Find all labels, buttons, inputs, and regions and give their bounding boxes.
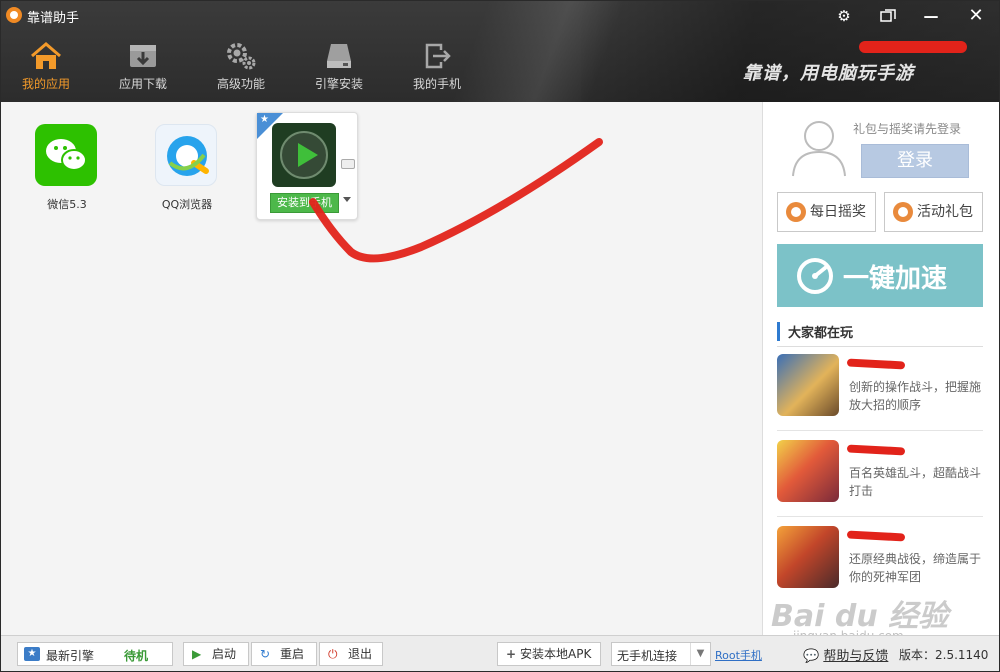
app-grid: 微信5.3 QQ浏览器 ★ 安装到手机	[1, 102, 762, 635]
restart-label: 重启	[280, 647, 305, 661]
help-label: 帮助与反馈	[823, 649, 889, 664]
annotation-scribble	[309, 138, 603, 263]
keyboard-icon	[341, 159, 355, 169]
restore-icon	[880, 9, 896, 22]
section-title: 大家都在玩	[777, 322, 853, 341]
exit-label: 退出	[348, 647, 373, 661]
plus-icon: +	[506, 647, 517, 661]
engine-status: ★ 最新引擎 待机	[17, 642, 173, 666]
redaction-mark	[846, 444, 906, 456]
power-icon: ⏻	[328, 647, 338, 661]
settings-icon: ⚙	[837, 7, 851, 25]
drive-icon	[327, 44, 351, 68]
star-icon: ★	[24, 647, 40, 661]
divider	[777, 516, 983, 517]
game-description: 还原经典战役，缔造属于你的死神军团	[849, 552, 982, 584]
exit-button[interactable]: ⏻ 退出	[319, 642, 383, 666]
game-item[interactable]: 创新的操作战斗，把握施放大招的顺序	[777, 352, 983, 434]
app-tile-wechat[interactable]: 微信5.3	[17, 114, 107, 214]
help-feedback-link[interactable]: 💬 帮助与反馈	[803, 645, 888, 664]
game-thumbnail	[777, 354, 839, 416]
app-name: QQ浏览器	[161, 198, 213, 211]
nav-label: 应用下载	[118, 77, 167, 91]
divider	[777, 430, 983, 431]
login-hint: 礼包与摇奖请先登录	[853, 122, 962, 136]
divider	[777, 346, 983, 347]
sidebar: 礼包与摇奖请先登录 登录 每日摇奖 活动礼包 一键加速 大家都在玩 创新的操作战…	[762, 102, 999, 635]
engine-state: 待机	[124, 649, 149, 663]
coin-icon	[786, 202, 806, 222]
star-icon: ★	[260, 114, 269, 125]
chevron-down-icon: ▼	[690, 643, 710, 665]
game-thumbnail	[777, 526, 839, 588]
install-apk-label: 安装本地APK	[520, 647, 592, 661]
chevron-down-icon[interactable]	[343, 197, 351, 202]
wechat-icon	[35, 124, 97, 186]
app-logo-icon	[6, 7, 22, 23]
nav-label: 我的应用	[21, 77, 70, 91]
avatar[interactable]	[787, 114, 851, 178]
install-to-phone-button[interactable]: 安装到手机	[270, 193, 339, 213]
nav-item-engine-install[interactable]: 引擎安装	[294, 39, 384, 99]
minimize-icon: —	[923, 7, 939, 25]
status-bar: ★ 最新引擎 待机 ▶ 启动 ↻ 重启 ⏻ 退出 + 安装本地APK 无手机连接…	[1, 635, 999, 671]
chat-icon: 💬	[803, 649, 820, 664]
daily-shake-button[interactable]: 每日摇奖	[777, 192, 876, 232]
refresh-icon: ↻	[260, 647, 271, 661]
root-phone-link[interactable]: Root手机	[715, 647, 762, 663]
connection-value: 无手机连接	[617, 649, 678, 663]
redaction-mark	[846, 530, 906, 542]
event-gift-button[interactable]: 活动礼包	[884, 192, 983, 232]
app-title: 靠谱助手	[27, 11, 80, 26]
header: 靠谱助手 ⚙ — ✕ 我的应用 应用下载 高级功能 引擎安装 我的手机 靠谱，用…	[1, 1, 999, 102]
event-gift-label: 活动礼包	[917, 204, 973, 220]
engine-label: 最新引擎	[46, 649, 95, 663]
header-slogan: 靠谱，用电脑玩手游	[743, 63, 914, 84]
qq-browser-icon	[155, 124, 217, 186]
gear-icon	[227, 43, 256, 70]
phone-connection-select[interactable]: 无手机连接 ▼	[611, 642, 711, 666]
redaction-mark	[846, 358, 906, 370]
version-label: 版本：2.5.1140	[899, 648, 989, 662]
game-thumbnail	[777, 440, 839, 502]
title-bar[interactable]: 靠谱助手 ⚙ — ✕	[1, 1, 999, 31]
one-click-boost-button[interactable]: 一键加速	[777, 244, 983, 307]
gift-icon	[893, 202, 913, 222]
app-name: 微信5.3	[47, 198, 87, 211]
exit-icon	[425, 43, 451, 69]
nav-item-app-download[interactable]: 应用下载	[98, 39, 188, 99]
app-tile-qq-browser[interactable]: QQ浏览器	[137, 114, 227, 214]
speedometer-icon	[797, 258, 833, 294]
daily-shake-label: 每日摇奖	[810, 204, 866, 220]
close-icon: ✕	[968, 5, 984, 26]
close-button[interactable]: ✕	[961, 5, 991, 27]
restore-button[interactable]	[873, 5, 903, 27]
nav-item-my-apps[interactable]: 我的应用	[1, 39, 91, 99]
redaction-mark	[859, 41, 967, 53]
settings-button[interactable]: ⚙	[829, 5, 859, 27]
nav-label: 引擎安装	[314, 77, 363, 91]
nav-item-my-phone[interactable]: 我的手机	[392, 39, 482, 99]
nav-label: 高级功能	[216, 77, 265, 91]
media-player-icon	[272, 123, 336, 187]
restart-button[interactable]: ↻ 重启	[251, 642, 317, 666]
game-item[interactable]: 百名英雄乱斗，超酷战斗打击	[777, 438, 983, 520]
start-button[interactable]: ▶ 启动	[183, 642, 249, 666]
nav-label: 我的手机	[412, 77, 461, 91]
play-icon: ▶	[192, 647, 202, 661]
app-tile-apk[interactable]: ★ 安装到手机	[256, 112, 358, 220]
home-icon	[31, 42, 61, 69]
game-description: 百名英雄乱斗，超酷战斗打击	[849, 466, 982, 498]
minimize-button[interactable]: —	[916, 5, 946, 27]
game-description: 创新的操作战斗，把握施放大招的顺序	[849, 380, 982, 412]
download-icon	[130, 45, 156, 67]
login-button[interactable]: 登录	[861, 144, 969, 178]
install-local-apk-button[interactable]: + 安装本地APK	[497, 642, 601, 666]
app-window: 靠谱助手 ⚙ — ✕ 我的应用 应用下载 高级功能 引擎安装 我的手机 靠谱，用…	[0, 0, 1000, 672]
boost-label: 一键加速	[843, 264, 948, 294]
start-label: 启动	[212, 647, 237, 661]
nav-item-advanced[interactable]: 高级功能	[196, 39, 286, 99]
